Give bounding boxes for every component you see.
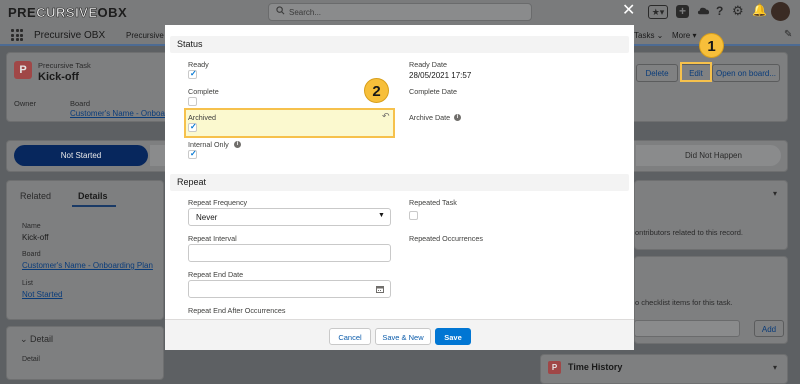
contributors-empty-text: ontributors related to this record. (635, 228, 743, 237)
app-name: Precursive OBX (34, 30, 106, 41)
ready-label: Ready (188, 60, 209, 69)
internal-only-info-icon[interactable]: i (234, 141, 241, 148)
callout-badge-1: 1 (699, 33, 724, 58)
contributors-card (634, 180, 788, 250)
complete-date-label: Complete Date (409, 87, 457, 96)
path-step-did-not-happen[interactable]: Did Not Happen (636, 145, 781, 166)
save-button[interactable]: Save (435, 328, 471, 345)
help-icon[interactable]: ? (716, 4, 723, 18)
time-history-icon: P (548, 361, 561, 374)
complete-checkbox[interactable] (188, 97, 197, 106)
repeat-interval-label: Repeat Interval (188, 234, 237, 243)
detail-list-label: List (22, 280, 33, 287)
time-history-title: Time History (568, 362, 623, 372)
open-on-board-button[interactable]: Open on board... (712, 64, 780, 82)
repeat-interval-input[interactable] (188, 244, 391, 262)
app-launcher-icon[interactable] (11, 29, 23, 41)
board-label: Board (70, 99, 91, 108)
ready-date-value: 28/05/2021 17:57 (409, 71, 472, 80)
internal-only-checkbox[interactable] (188, 149, 197, 159)
detail-list-link[interactable]: Not Started (22, 290, 62, 299)
repeat-frequency-label: Repeat Frequency (188, 198, 248, 207)
checklist-add-button[interactable]: Add (754, 320, 784, 337)
edit-button-highlight (680, 62, 712, 82)
detail-field-label: Detail (22, 356, 40, 363)
ready-checkbox[interactable] (188, 69, 197, 79)
repeat-frequency-select[interactable]: Never (188, 208, 391, 226)
repeat-end-after-label: Repeat End After Occurrences (188, 306, 286, 315)
favorites-icon[interactable]: ★▾ (648, 5, 668, 19)
owner-label: Owner (14, 99, 37, 108)
contributors-dropdown-icon[interactable]: ▾ (773, 189, 777, 198)
user-avatar[interactable] (771, 2, 790, 21)
repeat-end-date-label: Repeat End Date (188, 270, 244, 279)
notifications-bell-icon[interactable]: 🔔 (752, 3, 767, 17)
repeat-section-header[interactable]: Repeat (170, 174, 629, 191)
repeat-end-date-input[interactable] (188, 280, 391, 298)
detail-board-link[interactable]: Customer's Name - Onboarding Plan (22, 261, 164, 270)
cancel-button[interactable]: Cancel (329, 328, 371, 345)
repeated-task-label: Repeated Task (409, 198, 457, 207)
checklist-item-input[interactable] (634, 320, 740, 337)
archive-date-label: Archive Date (409, 113, 451, 122)
detail-name-label: Name (22, 223, 41, 230)
undo-icon[interactable]: ↶ (382, 111, 390, 122)
nav-more-menu[interactable]: More ▾ (672, 31, 696, 40)
path-step-not-started[interactable]: Not Started (14, 145, 148, 166)
internal-only-label: Internal Only (188, 140, 229, 149)
archived-label: Archived (188, 113, 216, 122)
record-title: Kick-off (38, 71, 79, 83)
nav-tab-precursive[interactable]: Precursive (126, 31, 164, 40)
time-history-dropdown-icon[interactable]: ▾ (773, 363, 777, 372)
record-object-label: Precursive Task (38, 61, 91, 70)
trailhead-icon[interactable] (697, 5, 710, 18)
save-and-new-button[interactable]: Save & New (375, 328, 431, 345)
setup-gear-icon[interactable]: ⚙ (732, 3, 744, 19)
nav-tab-tasks[interactable]: Tasks ⌄ (634, 31, 663, 40)
global-search-input[interactable]: Search... (268, 3, 532, 21)
edit-nav-pencil-icon[interactable]: ✎ (784, 29, 792, 40)
board-link[interactable]: Customer's Name - Onboarding Plan (70, 109, 165, 118)
calendar-icon[interactable] (376, 285, 384, 293)
tab-details[interactable]: Details (78, 191, 108, 201)
app-logo[interactable]: PRECURSIVEOBX (8, 5, 127, 21)
path-step-middle[interactable] (150, 145, 165, 166)
tab-related[interactable]: Related (20, 191, 51, 201)
repeated-occurrences-label: Repeated Occurrences (409, 234, 483, 243)
repeated-task-checkbox[interactable] (409, 211, 418, 220)
detail-board-label: Board (22, 251, 41, 258)
chevron-down-icon: ▼ (378, 212, 385, 219)
ready-date-label: Ready Date (409, 60, 447, 69)
detail-section-toggle[interactable]: ⌄ Detail (20, 334, 53, 345)
delete-button[interactable]: Delete (636, 64, 678, 82)
new-item-icon[interactable]: + (676, 5, 689, 18)
archive-date-info-icon[interactable]: i (454, 114, 461, 121)
details-card (6, 180, 164, 320)
tab-details-underline (72, 205, 116, 207)
status-section-header[interactable]: Status (170, 36, 629, 53)
detail-name-value: Kick-off (22, 233, 49, 242)
close-icon[interactable]: ✕ (622, 3, 635, 19)
complete-label: Complete (188, 87, 219, 96)
checklist-empty-text: o checklist items for this task. (635, 298, 733, 307)
callout-badge-2: 2 (364, 78, 389, 103)
archived-checkbox[interactable] (188, 122, 197, 132)
precursive-task-icon: P (14, 61, 32, 79)
search-icon (276, 6, 285, 15)
